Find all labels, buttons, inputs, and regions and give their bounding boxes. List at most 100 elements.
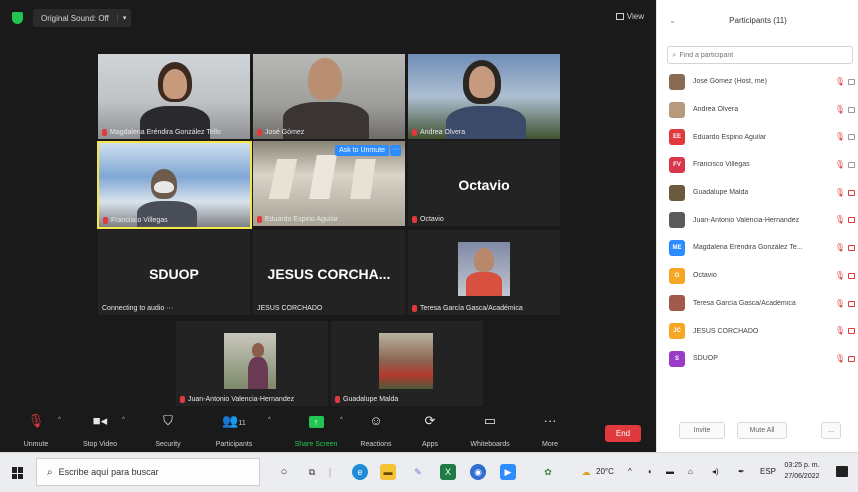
chevron-down-icon[interactable]: ▾: [116, 14, 132, 22]
muted-mic-icon: [103, 217, 108, 224]
unmute-button[interactable]: 🎙 Unmute: [8, 414, 64, 451]
muted-mic-icon: [412, 305, 417, 312]
more-button[interactable]: ··· More: [522, 414, 578, 451]
zoom-app-icon[interactable]: ▶: [500, 464, 516, 480]
muted-mic-icon[interactable]: 🎙: [835, 78, 845, 86]
whiteboards-button[interactable]: ▭ Whiteboards: [462, 414, 518, 451]
participant-status-icons: 🎙: [835, 161, 855, 169]
battery-icon[interactable]: ▬: [666, 467, 674, 476]
video-camera-icon[interactable]: [848, 245, 855, 252]
video-tile-jose[interactable]: José Gómez: [253, 54, 405, 139]
muted-mic-icon[interactable]: 🎙: [835, 354, 845, 363]
chevron-up-icon[interactable]: ^: [58, 417, 61, 423]
muted-mic-icon[interactable]: 🎙: [835, 216, 845, 224]
end-meeting-button[interactable]: End: [605, 425, 641, 442]
video-camera-icon[interactable]: [848, 217, 855, 224]
draw-app-icon[interactable]: ✎: [410, 464, 426, 480]
tile-name: Guadalupe Malda: [343, 396, 399, 403]
taskbar-search-box[interactable]: ⌕ Escribe aquí para buscar: [36, 458, 260, 486]
stop-video-button[interactable]: ■◂ Stop Video: [72, 414, 128, 451]
muted-mic-icon[interactable]: 🎙: [835, 327, 845, 335]
pen-icon[interactable]: ✒: [738, 467, 745, 476]
shield-icon: ⛉: [163, 413, 173, 428]
video-camera-icon[interactable]: [848, 272, 855, 279]
smiley-icon: ☺: [369, 413, 383, 428]
original-sound-button[interactable]: Original Sound: Off ▾: [33, 9, 132, 27]
video-camera-icon[interactable]: [848, 106, 855, 113]
security-label: Security: [155, 441, 181, 448]
participants-button[interactable]: 👥11 Participants: [206, 414, 262, 451]
video-camera-icon[interactable]: [848, 328, 855, 335]
video-camera-icon[interactable]: [848, 300, 855, 307]
participant-row[interactable]: O Octavio 🎙: [657, 262, 858, 290]
weather-temperature[interactable]: 20°C: [596, 467, 614, 476]
find-participant-input[interactable]: [679, 51, 840, 59]
muted-mic-icon[interactable]: 🎙: [835, 244, 845, 252]
find-participant-field[interactable]: ⌕: [667, 46, 853, 64]
security-button[interactable]: ⛉ Security: [140, 414, 196, 451]
edge-icon[interactable]: e: [352, 464, 368, 480]
apps-button[interactable]: ⟳ Apps: [402, 414, 458, 451]
video-tile-magdalena[interactable]: Magdalena Eréndira González Tello: [98, 54, 250, 139]
video-tile-eduardo[interactable]: Ask to Unmute ··· Eduardo Espino Aguilar: [253, 141, 405, 226]
participant-row[interactable]: Andrea Olvera 🎙: [657, 96, 858, 124]
paint-app-icon[interactable]: ✿: [540, 464, 556, 480]
windows-start-icon[interactable]: [12, 467, 24, 479]
video-tile-juan-antonio[interactable]: Juan-Antonio Valencia-Hernandez: [176, 321, 328, 406]
participant-row[interactable]: JC JESUS CORCHADO 🎙: [657, 317, 858, 345]
participant-row[interactable]: EE Eduardo Espino Aguilar 🎙: [657, 123, 858, 151]
video-tile-sduop[interactable]: SDUOP Connecting to audio ···: [98, 230, 250, 315]
mute-all-button[interactable]: Mute All: [737, 422, 787, 439]
weather-icon[interactable]: ☁: [578, 464, 594, 480]
participant-row[interactable]: Juan-Antonio Valencia-Hernandez 🎙: [657, 206, 858, 234]
chevron-up-icon[interactable]: ^: [122, 417, 125, 423]
reactions-button[interactable]: ☺ Reactions: [348, 414, 404, 451]
tile-more-button[interactable]: ···: [390, 145, 401, 156]
video-tile-francisco-active-speaker[interactable]: Francisco Villegas: [97, 141, 252, 229]
video-tile-octavio[interactable]: Octavio Octavio: [408, 141, 560, 226]
muted-mic-icon[interactable]: 🎙: [835, 271, 845, 280]
muted-mic-icon[interactable]: 🎙: [835, 105, 845, 114]
video-tile-guadalupe[interactable]: Guadalupe Malda: [331, 321, 483, 406]
video-tile-andrea[interactable]: Andrea Olvera: [408, 54, 560, 139]
excel-icon[interactable]: X: [440, 464, 456, 480]
shield-icon[interactable]: [12, 12, 23, 24]
muted-mic-icon[interactable]: 🎙: [835, 133, 845, 141]
cortana-icon[interactable]: ○: [276, 464, 292, 480]
participant-row[interactable]: Teresa García Gasca/Académica 🎙: [657, 290, 858, 318]
video-camera-icon[interactable]: [848, 189, 855, 196]
video-camera-icon[interactable]: [848, 162, 855, 169]
browser-icon[interactable]: ◉: [470, 464, 486, 480]
system-tray-icon[interactable]: ◐: [648, 467, 653, 476]
participant-row[interactable]: S SDUOP 🎙: [657, 345, 858, 373]
task-view-icon[interactable]: ⧉: [304, 464, 320, 480]
video-tile-teresa[interactable]: Teresa García Gasca/Académica: [408, 230, 560, 315]
ask-to-unmute-button[interactable]: Ask to Unmute: [335, 145, 389, 156]
participant-row[interactable]: FV Francisco Villegas 🎙: [657, 151, 858, 179]
volume-icon[interactable]: ◂): [712, 467, 719, 476]
muted-mic-icon[interactable]: 🎙: [835, 299, 845, 308]
view-button[interactable]: View: [615, 12, 644, 21]
muted-mic-icon[interactable]: 🎙: [835, 161, 845, 169]
panel-more-button[interactable]: ...: [821, 422, 841, 439]
share-screen-button[interactable]: ↑ Share Screen: [288, 414, 344, 451]
network-icon[interactable]: ⌂: [688, 467, 693, 476]
chevron-up-icon[interactable]: ^: [340, 417, 343, 423]
participant-row[interactable]: Guadalupe Malda 🎙: [657, 179, 858, 207]
file-explorer-icon[interactable]: ▬: [380, 464, 396, 480]
notification-icon[interactable]: [836, 466, 848, 477]
video-camera-icon[interactable]: [848, 79, 855, 85]
video-camera-icon[interactable]: [848, 355, 855, 362]
language-indicator[interactable]: ESP: [760, 467, 776, 476]
video-tile-jesus[interactable]: JESUS CORCHA... JESUS CORCHADO: [253, 230, 405, 315]
taskbar-clock[interactable]: 03:25 p. m. 27/06/2022: [782, 460, 822, 482]
chevron-up-icon[interactable]: ^: [268, 417, 271, 423]
invite-button[interactable]: Invite: [679, 422, 725, 439]
participant-status-icons: 🎙: [835, 133, 855, 141]
panel-header: ⌄ Participants (11): [657, 10, 858, 34]
video-camera-icon[interactable]: [848, 134, 855, 141]
chevron-up-icon[interactable]: ^: [628, 467, 632, 476]
muted-mic-icon[interactable]: 🎙: [835, 188, 845, 197]
participant-row[interactable]: ME Magdalena Eréndira González Te... 🎙: [657, 234, 858, 262]
participant-row[interactable]: José Gómez (Host, me) 🎙: [657, 68, 858, 96]
